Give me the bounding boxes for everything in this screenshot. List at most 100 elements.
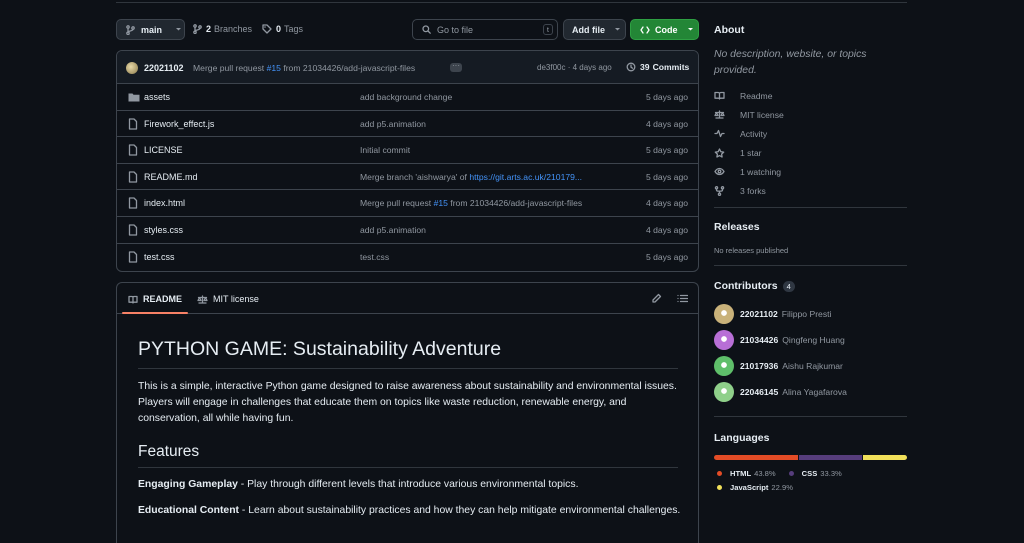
about-item[interactable]: Activity bbox=[714, 124, 784, 143]
contributor-item[interactable]: 22046145 Alina Yagafarova bbox=[714, 379, 847, 405]
contributor-login[interactable]: 22021102 bbox=[740, 309, 778, 319]
about-item[interactable]: 1 watching bbox=[714, 162, 784, 181]
contributors-heading: Contributors bbox=[714, 280, 778, 292]
branches-label: Branches bbox=[214, 24, 253, 34]
branch-icon bbox=[126, 24, 135, 35]
about-item-label: Readme bbox=[740, 90, 773, 101]
expand-commit-button[interactable]: ··· bbox=[450, 62, 462, 72]
book-icon bbox=[128, 295, 138, 304]
branches-link[interactable]: 2 Branches bbox=[193, 24, 252, 34]
outline-list-icon[interactable] bbox=[677, 294, 688, 303]
commit-message-prefix: Merge pull request bbox=[193, 63, 265, 73]
commits-count: 39 bbox=[640, 62, 650, 72]
language-item[interactable]: CSS 33.3% bbox=[788, 466, 842, 480]
avatar[interactable] bbox=[126, 62, 138, 74]
latest-commit-bar: 22021102 Merge pull request #15 from 210… bbox=[117, 51, 698, 84]
eye-icon bbox=[714, 167, 733, 176]
file-icon bbox=[128, 250, 138, 263]
avatar[interactable] bbox=[714, 382, 734, 402]
file-commit-message[interactable]: test.css bbox=[360, 252, 389, 262]
file-row[interactable]: test.css test.css 5 days ago bbox=[117, 244, 698, 271]
branch-selector-button[interactable]: main bbox=[116, 19, 185, 40]
pencil-icon[interactable] bbox=[652, 293, 662, 303]
tab-readme[interactable]: README bbox=[128, 294, 182, 304]
language-item[interactable]: JavaScript 22.9% bbox=[717, 480, 793, 494]
file-row[interactable]: Firework_effect.js add p5.animation 4 days… bbox=[117, 111, 698, 138]
commit-author[interactable]: 22021102 bbox=[144, 63, 184, 73]
file-row[interactable]: index.html Merge pull request #15 from 21… bbox=[117, 190, 698, 217]
add-file-button[interactable]: Add file bbox=[563, 19, 626, 40]
file-commit-message[interactable]: Initial commit bbox=[360, 145, 410, 155]
file-row[interactable]: LICENSE Initial commit 5 days ago bbox=[117, 137, 698, 164]
contributor-item[interactable]: 22021102 Filippo Presti bbox=[714, 301, 847, 327]
language-name: HTML bbox=[730, 468, 752, 478]
contributor-item[interactable]: 21034426 Qingfeng Huang bbox=[714, 327, 847, 353]
book-icon bbox=[714, 91, 733, 100]
file-commit-message[interactable]: add p5.animation bbox=[360, 225, 426, 235]
file-commit-message[interactable]: add background change bbox=[360, 92, 452, 102]
file-name[interactable]: assets bbox=[144, 92, 170, 102]
about-item-label: 1 watching bbox=[740, 166, 782, 177]
commit-message-prefix: Merge branch 'aishwarya' of bbox=[360, 171, 470, 182]
pulse-icon bbox=[714, 129, 733, 138]
about-item-label: MIT license bbox=[740, 109, 784, 120]
avatar[interactable] bbox=[714, 356, 734, 376]
about-item[interactable]: Readme bbox=[714, 86, 784, 105]
file-icon bbox=[128, 197, 138, 210]
contributor-item[interactable]: 21017936 Aishu Rajkumar bbox=[714, 353, 847, 379]
file-icon bbox=[128, 117, 138, 130]
about-item[interactable]: 1 star bbox=[714, 143, 784, 162]
file-row[interactable]: assets add background change 5 days ago bbox=[117, 84, 698, 111]
contributors-header[interactable]: Contributors 4 bbox=[714, 280, 795, 292]
tags-link[interactable]: 0 Tags bbox=[262, 24, 303, 34]
commit-time: 4 days ago bbox=[572, 63, 612, 72]
commit-sep: · bbox=[567, 63, 571, 72]
file-row[interactable]: README.md Merge branch 'aishwarya' of htt… bbox=[117, 164, 698, 191]
tab-license[interactable]: MIT license bbox=[197, 294, 259, 304]
go-to-file-input[interactable]: Go to file t bbox=[412, 19, 558, 40]
file-name[interactable]: Firework_effect.js bbox=[144, 119, 214, 129]
file-commit-message[interactable]: Merge branch 'aishwarya' of https://git.… bbox=[360, 172, 582, 182]
language-item[interactable]: HTML 43.8% bbox=[717, 466, 776, 480]
commit-message[interactable]: Merge pull request #15 from 21034426/add… bbox=[193, 63, 415, 73]
readme-title: PYTHON GAME: Sustainability Adventure bbox=[138, 338, 502, 360]
language-dot-icon bbox=[717, 470, 722, 476]
file-name[interactable]: styles.css bbox=[144, 225, 183, 235]
about-item[interactable]: MIT license bbox=[714, 105, 784, 124]
features-heading: Features bbox=[138, 443, 200, 460]
file-name[interactable]: test.css bbox=[144, 252, 175, 262]
about-item[interactable]: 3 forks bbox=[714, 181, 784, 200]
file-name[interactable]: LICENSE bbox=[144, 145, 183, 155]
scale-icon bbox=[197, 294, 208, 304]
commit-link[interactable]: #15 bbox=[434, 198, 448, 208]
language-percent: 33.3% bbox=[820, 468, 842, 478]
file-name[interactable]: README.md bbox=[144, 172, 198, 182]
file-row[interactable]: styles.css add p5.animation 4 days ago bbox=[117, 217, 698, 244]
file-date: 4 days ago bbox=[645, 198, 688, 209]
file-list: assets add background change 5 days ago Fir… bbox=[117, 84, 698, 270]
commit-sha[interactable]: de3f00c bbox=[537, 63, 565, 72]
code-button[interactable]: Code bbox=[630, 19, 699, 40]
language-bar-segment bbox=[714, 455, 798, 460]
avatar[interactable] bbox=[714, 330, 734, 350]
language-bar-segment bbox=[863, 455, 907, 460]
branch-icon bbox=[193, 24, 202, 34]
file-commit-message[interactable]: Merge pull request #15 from 21034426/add… bbox=[360, 198, 582, 208]
avatar[interactable] bbox=[714, 304, 734, 324]
contributor-login[interactable]: 21034426 bbox=[740, 335, 778, 345]
keyboard-shortcut-badge: t bbox=[542, 24, 553, 35]
file-commit-message[interactable]: add p5.animation bbox=[360, 119, 426, 129]
feature-item: Engaging Gameplay - Play through differe… bbox=[138, 477, 683, 493]
commit-pr-link[interactable]: #15 bbox=[267, 63, 281, 73]
contributor-login[interactable]: 21017936 bbox=[740, 361, 778, 371]
file-name[interactable]: index.html bbox=[144, 198, 185, 208]
file-date: 4 days ago bbox=[645, 118, 688, 129]
releases-heading[interactable]: Releases bbox=[714, 221, 760, 233]
feature-title: Engaging Gameplay bbox=[138, 479, 238, 490]
commits-history-link[interactable]: 39 Commits bbox=[626, 62, 689, 72]
feature-text: - Learn about sustainability practices a… bbox=[239, 505, 681, 516]
commit-link[interactable]: https://git.arts.ac.uk/210179... bbox=[469, 172, 582, 182]
feature-item: Educational Content - Learn about sustai… bbox=[138, 503, 683, 519]
contributors-list: 22021102 Filippo Presti 21034426 Qingfeng H… bbox=[714, 301, 847, 405]
contributor-login[interactable]: 22046145 bbox=[740, 387, 778, 397]
